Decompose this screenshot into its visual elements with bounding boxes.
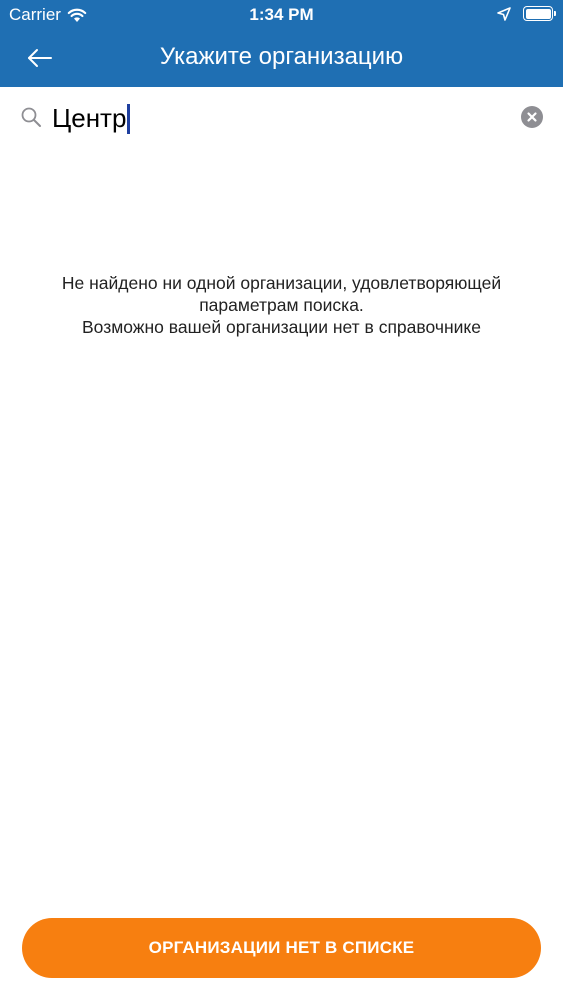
status-time: 1:34 PM xyxy=(249,5,314,24)
search-input-value: Центр xyxy=(52,103,127,133)
clear-search-button[interactable] xyxy=(521,106,543,128)
organization-not-listed-label: ОРГАНИЗАЦИИ НЕТ В СПИСКЕ xyxy=(148,938,415,957)
location-arrow-icon xyxy=(497,6,511,21)
search-input[interactable]: Центр xyxy=(52,103,131,134)
organization-not-listed-button[interactable]: ОРГАНИЗАЦИИ НЕТ В СПИСКЕ xyxy=(22,918,541,978)
search-icon xyxy=(21,107,41,127)
status-right xyxy=(497,6,556,21)
no-results-line-3: Возможно вашей организации нет в справоч… xyxy=(82,317,481,337)
nav-bar: Укажите организацию xyxy=(0,30,563,87)
status-bar: Carrier 1:34 PM xyxy=(0,0,563,30)
page-title: Укажите организацию xyxy=(159,43,404,70)
search-bar: Центр xyxy=(0,87,563,147)
clear-x-icon xyxy=(527,112,537,122)
no-results-message: Не найдено ни одной организации, удовлет… xyxy=(20,272,543,338)
battery-icon xyxy=(523,6,556,21)
no-results-line-2: параметрам поиска. xyxy=(199,295,364,315)
text-cursor xyxy=(127,103,131,134)
no-results-line-1: Не найдено ни одной организации, удовлет… xyxy=(61,273,502,293)
